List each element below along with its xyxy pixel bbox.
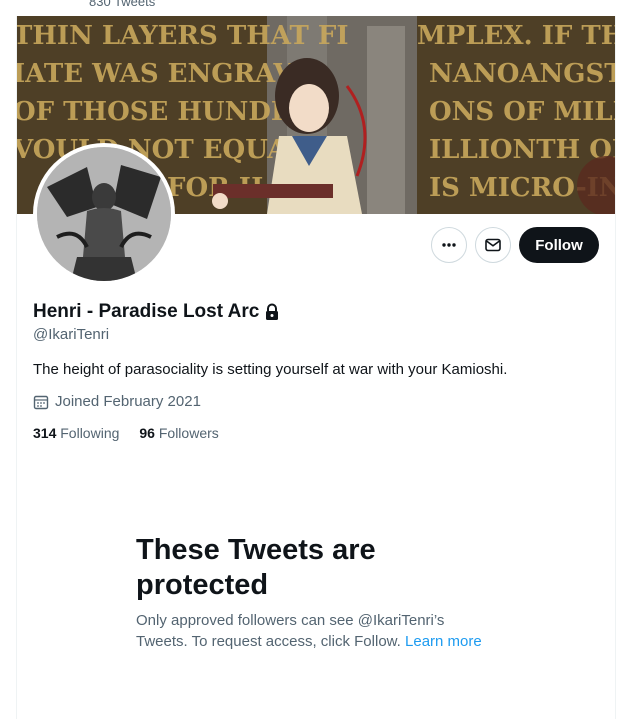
- followers-label: Followers: [158, 425, 219, 441]
- banner-text-9: ILLIONTH OF TH: [429, 135, 615, 165]
- followers-link[interactable]: 96 Followers: [139, 425, 218, 441]
- name-row: Henri - Paradise Lost Arc: [33, 301, 280, 323]
- profile-handle: @IkariTenri: [33, 326, 110, 343]
- profile-bio: The height of parasociality is setting y…: [33, 361, 508, 378]
- message-button[interactable]: [475, 227, 511, 263]
- banner-text-7: NANOANGSTRO: [429, 59, 615, 89]
- top-strip: 830 Tweets: [0, 0, 620, 16]
- envelope-icon: [485, 238, 501, 252]
- lock-icon: [264, 303, 280, 321]
- joined-date: Joined February 2021: [33, 393, 201, 410]
- following-count: 314: [33, 425, 57, 441]
- calendar-icon: [33, 394, 49, 410]
- follow-stats: 314 Following 96 Followers: [33, 425, 239, 441]
- banner-text-2: IATE WAS ENGRAVE: [17, 59, 313, 89]
- follow-button[interactable]: Follow: [519, 227, 599, 263]
- banner-text-6: MPLEX. IF THE W: [417, 21, 615, 51]
- protected-title: These Tweets are protected: [136, 534, 376, 601]
- tweet-count: 830 Tweets: [89, 0, 156, 9]
- banner-text-3: OF THOSE HUNDRE: [17, 97, 312, 127]
- joined-text: Joined February 2021: [55, 393, 201, 410]
- display-name: Henri - Paradise Lost Arc: [33, 301, 260, 322]
- followers-count: 96: [139, 425, 155, 441]
- avatar-image: [37, 147, 171, 281]
- more-button[interactable]: [431, 227, 467, 263]
- protected-message: Only approved followers can see @IkariTe…: [136, 610, 496, 652]
- protected-message-text: Only approved followers can see @IkariTe…: [136, 612, 445, 650]
- banner-text-1: THIN LAYERS THAT FI: [17, 21, 349, 51]
- following-link[interactable]: 314 Following: [33, 425, 119, 441]
- banner-text-8: ONS OF MILES H: [429, 97, 615, 127]
- learn-more-link[interactable]: Learn more: [405, 633, 482, 650]
- following-label: Following: [60, 425, 120, 441]
- avatar[interactable]: [33, 143, 175, 285]
- more-icon: [442, 243, 456, 247]
